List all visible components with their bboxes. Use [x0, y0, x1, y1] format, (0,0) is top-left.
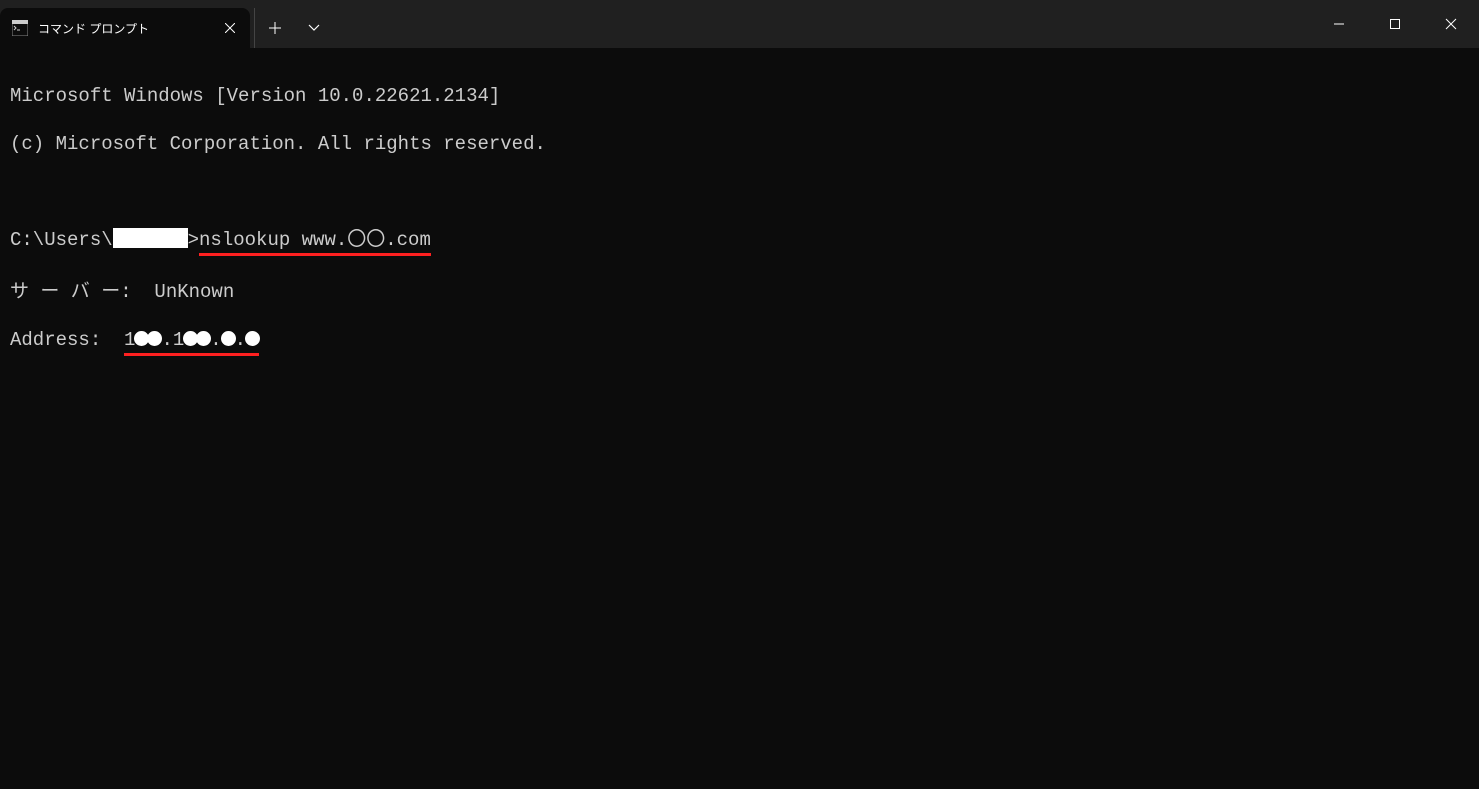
address-line: Address: 1.1..	[10, 328, 1469, 356]
chevron-down-icon	[308, 24, 320, 32]
prompt-gt: >	[188, 229, 199, 251]
address-label: Address:	[10, 329, 124, 351]
close-icon	[1445, 18, 1457, 30]
new-tab-button[interactable]	[254, 8, 294, 48]
redacted-username	[113, 228, 188, 248]
tab-close-button[interactable]	[218, 16, 242, 40]
tab-active[interactable]: コマンド プロンプト	[0, 8, 250, 48]
maximize-button[interactable]	[1367, 0, 1423, 48]
close-window-button[interactable]	[1423, 0, 1479, 48]
redacted-dot-icon	[245, 331, 260, 346]
cmd-icon	[12, 20, 28, 36]
tab-dropdown-button[interactable]	[294, 8, 334, 48]
close-icon	[225, 23, 235, 33]
minimize-icon	[1333, 18, 1345, 30]
server-value: UnKnown	[154, 281, 234, 303]
redacted-dot-icon	[196, 331, 211, 346]
redacted-dot-icon	[221, 331, 236, 346]
titlebar-drag-area[interactable]	[334, 0, 1311, 48]
minimize-button[interactable]	[1311, 0, 1367, 48]
copyright-line: (c) Microsoft Corporation. All rights re…	[10, 132, 1469, 156]
window-controls	[1311, 0, 1479, 48]
ip-address: 1.1..	[124, 328, 259, 356]
maximize-icon	[1389, 18, 1401, 30]
tab-title: コマンド プロンプト	[38, 20, 208, 37]
plus-icon	[269, 22, 281, 34]
prompt-line: C:\Users\ >nslookup www.〇〇.com	[10, 228, 1469, 256]
terminal-output[interactable]: Microsoft Windows [Version 10.0.22621.21…	[0, 48, 1479, 392]
server-line: サ ー バ ー: UnKnown	[10, 280, 1469, 304]
server-label: サ ー バ ー:	[10, 281, 154, 303]
prompt-path: C:\Users\	[10, 229, 113, 251]
command-text: nslookup www.〇〇.com	[199, 228, 431, 256]
titlebar: コマンド プロンプト	[0, 0, 1479, 48]
version-line: Microsoft Windows [Version 10.0.22621.21…	[10, 84, 1469, 108]
